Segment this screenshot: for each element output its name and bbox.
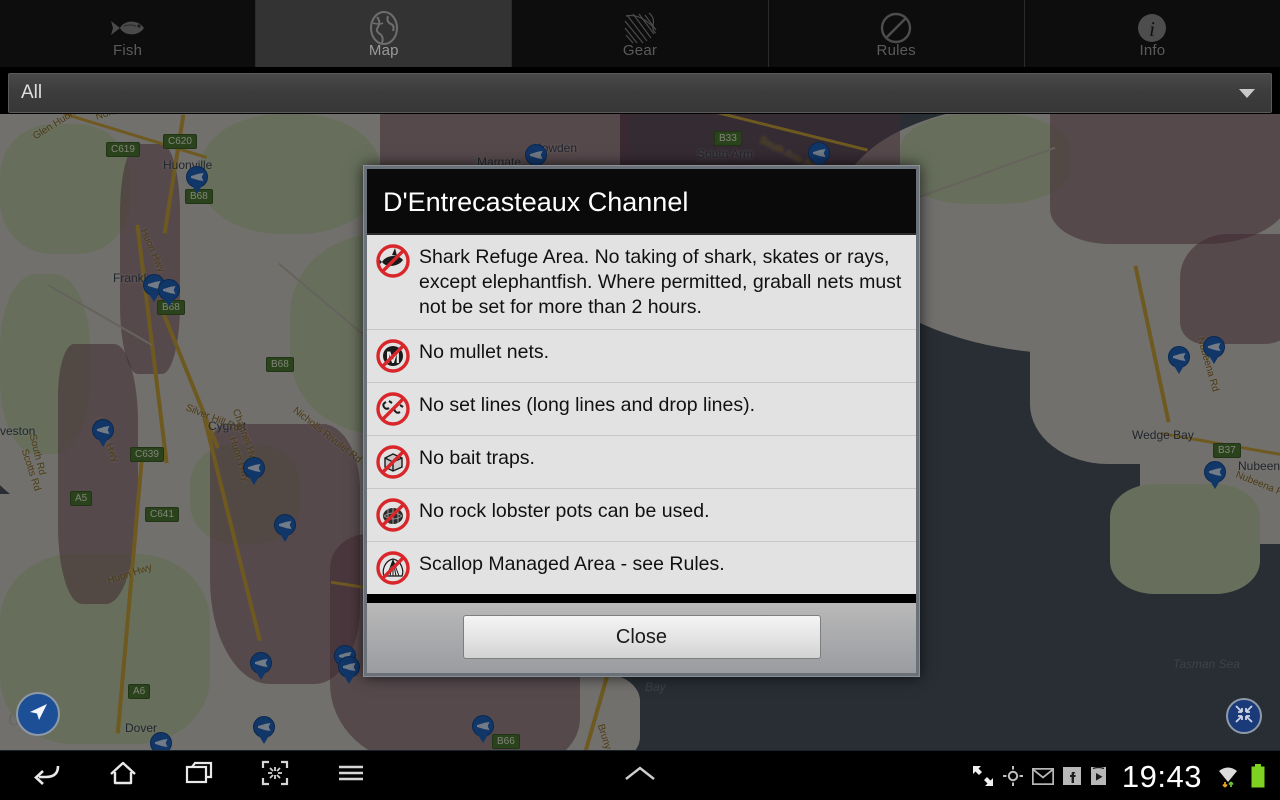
tab-label-fish: Fish bbox=[113, 41, 143, 59]
play-store-icon bbox=[1090, 766, 1107, 786]
tab-fish[interactable]: Fish bbox=[0, 0, 257, 67]
species-filter-dropdown[interactable]: All bbox=[8, 73, 1272, 113]
no-scallop-icon bbox=[376, 551, 410, 585]
net-icon bbox=[621, 11, 659, 45]
screenshot-button[interactable] bbox=[250, 753, 300, 799]
dialog-rule-row[interactable]: M No mullet nets. bbox=[367, 330, 916, 383]
expand-up-button[interactable] bbox=[615, 751, 665, 800]
dialog-rule-list: Shark Refuge Area. No taking of shark, s… bbox=[367, 235, 916, 594]
dialog-rule-text: No mullet nets. bbox=[419, 341, 550, 363]
dialog-rule-text: No set lines (long lines and drop lines)… bbox=[419, 394, 756, 416]
area-rules-dialog: D'Entrecasteaux Channel Shark Refuge Are… bbox=[363, 165, 920, 677]
dialog-footer: Close bbox=[367, 603, 916, 673]
home-icon bbox=[108, 760, 138, 791]
battery-full-icon bbox=[1250, 763, 1266, 789]
tab-info[interactable]: i Info bbox=[1024, 0, 1280, 67]
back-button[interactable] bbox=[22, 753, 72, 799]
main-tab-bar: Fish Map Gear Rules i Info bbox=[0, 0, 1280, 68]
menu-icon bbox=[337, 762, 365, 789]
globe-icon bbox=[368, 10, 400, 45]
no-shark-icon bbox=[376, 244, 410, 278]
recents-icon bbox=[184, 760, 214, 791]
dialog-rule-row[interactable]: Shark Refuge Area. No taking of shark, s… bbox=[367, 235, 916, 330]
tab-label-gear: Gear bbox=[622, 41, 658, 59]
no-bait-trap-icon bbox=[376, 445, 410, 479]
no-entry-icon bbox=[880, 11, 912, 45]
dialog-title: D'Entrecasteaux Channel bbox=[367, 169, 916, 235]
zoom-out-button[interactable] bbox=[1226, 698, 1262, 734]
tab-rules[interactable]: Rules bbox=[768, 0, 1025, 67]
no-lobster-pot-icon bbox=[376, 498, 410, 532]
dialog-rule-row[interactable]: No set lines (long lines and drop lines)… bbox=[367, 383, 916, 436]
back-icon bbox=[32, 760, 62, 791]
close-button[interactable]: Close bbox=[462, 615, 821, 659]
dialog-rule-text: Scallop Managed Area - see Rules. bbox=[419, 553, 725, 575]
wifi-icon bbox=[1215, 763, 1241, 789]
my-location-button[interactable] bbox=[16, 692, 60, 736]
tab-label-map: Map bbox=[368, 41, 399, 59]
dialog-rule-row[interactable]: No bait traps. bbox=[367, 436, 916, 489]
home-button[interactable] bbox=[98, 753, 148, 799]
status-icons[interactable]: 19:43 bbox=[972, 751, 1266, 800]
gps-icon bbox=[1002, 766, 1023, 786]
screenshot-icon bbox=[261, 760, 289, 791]
fish-icon bbox=[108, 11, 148, 45]
dialog-rule-row[interactable]: No rock lobster pots can be used. bbox=[367, 489, 916, 542]
dialog-divider bbox=[367, 594, 916, 603]
no-mullet-net-icon: M bbox=[376, 339, 410, 373]
dialog-rule-text: No bait traps. bbox=[419, 447, 535, 469]
facebook-icon bbox=[1062, 767, 1081, 785]
tab-label-info: Info bbox=[1139, 41, 1166, 59]
fullscreen-icon bbox=[972, 765, 994, 787]
chevron-down-icon bbox=[1239, 88, 1255, 98]
navigation-arrow-icon bbox=[26, 700, 50, 729]
tab-gear[interactable]: Gear bbox=[512, 0, 769, 67]
dialog-rule-row[interactable]: Scallop Managed Area - see Rules. bbox=[367, 542, 916, 594]
chevron-up-icon bbox=[623, 764, 657, 789]
dialog-rule-text: No rock lobster pots can be used. bbox=[419, 500, 710, 522]
menu-button[interactable] bbox=[326, 753, 376, 799]
recents-button[interactable] bbox=[174, 753, 224, 799]
info-icon: i bbox=[1136, 11, 1168, 45]
gmail-icon bbox=[1031, 767, 1054, 785]
app-screen: Fish Map Gear Rules i Info All Huonville… bbox=[0, 0, 1280, 800]
species-filter-value: All bbox=[21, 82, 43, 103]
navigation-buttons bbox=[0, 753, 376, 799]
svg-text:i: i bbox=[1149, 17, 1155, 41]
android-system-bar: 19:43 bbox=[0, 750, 1280, 800]
status-clock: 19:43 bbox=[1121, 758, 1202, 794]
tab-label-rules: Rules bbox=[876, 41, 916, 59]
dialog-rule-text: Shark Refuge Area. No taking of shark, s… bbox=[419, 246, 902, 318]
no-set-lines-icon bbox=[376, 392, 410, 426]
collapse-arrows-icon bbox=[1234, 704, 1254, 729]
tab-map[interactable]: Map bbox=[256, 0, 513, 67]
